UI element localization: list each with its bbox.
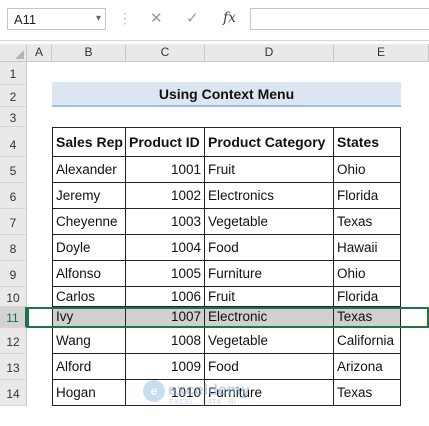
table-cell[interactable]: Ohio: [334, 157, 401, 183]
table-cell[interactable]: Furniture: [205, 261, 334, 287]
table-cell[interactable]: Fruit: [205, 287, 334, 307]
table-header-cell[interactable]: Product ID: [126, 127, 205, 157]
name-box[interactable]: A11 ▾: [7, 8, 106, 30]
table-cell[interactable]: Doyle: [52, 235, 126, 261]
table-cell[interactable]: Fruit: [205, 157, 334, 183]
table-cell[interactable]: Wang: [52, 328, 126, 354]
column-header-d[interactable]: D: [205, 44, 334, 62]
row-header-11[interactable]: 11: [0, 307, 27, 328]
enter-icon[interactable]: ✓: [186, 9, 199, 27]
table-cell[interactable]: Alexander: [52, 157, 126, 183]
row-header-7[interactable]: 7: [0, 209, 27, 235]
insert-function-icon[interactable]: fx: [223, 10, 236, 26]
table-cell[interactable]: Ohio: [334, 261, 401, 287]
table-cell[interactable]: 1003: [126, 209, 205, 235]
table-cell[interactable]: 1001: [126, 157, 205, 183]
table-cell[interactable]: Vegetable: [205, 209, 334, 235]
watermark-tagline: EXCEL · DATA · BI: [169, 399, 237, 406]
name-box-value: A11: [14, 12, 37, 27]
table-cell[interactable]: Food: [205, 235, 334, 261]
table-cell[interactable]: 1002: [126, 183, 205, 209]
table-cell[interactable]: Jeremy: [52, 183, 126, 209]
table-cell[interactable]: Hawaii: [334, 235, 401, 261]
table-cell[interactable]: Texas: [334, 209, 401, 235]
table-cell[interactable]: Texas: [334, 307, 401, 328]
table-cell[interactable]: Ivy: [52, 307, 126, 328]
row-header-9[interactable]: 9: [0, 261, 27, 287]
watermark-name: exceldemy: [168, 382, 250, 399]
table-header-cell[interactable]: States: [334, 127, 401, 157]
table-cell[interactable]: 1006: [126, 287, 205, 307]
table-cell[interactable]: Vegetable: [205, 328, 334, 354]
table-cell[interactable]: 1007: [126, 307, 205, 328]
select-all-icon: [15, 50, 24, 59]
table-cell[interactable]: Alfonso: [52, 261, 126, 287]
row-header-6[interactable]: 6: [0, 183, 27, 209]
table-cell[interactable]: Hogan: [52, 380, 126, 406]
table-cell[interactable]: California: [334, 328, 401, 354]
watermark: e exceldemy EXCEL · DATA · BI: [143, 380, 250, 406]
table-cell[interactable]: Florida: [334, 183, 401, 209]
row-header-5[interactable]: 5: [0, 157, 27, 183]
column-header-a[interactable]: A: [27, 44, 52, 62]
chevron-down-icon[interactable]: ▾: [96, 13, 101, 24]
row-header-13[interactable]: 13: [0, 354, 27, 380]
column-header-e[interactable]: E: [334, 44, 429, 62]
table-cell[interactable]: Electronics: [205, 183, 334, 209]
row-header-10[interactable]: 10: [0, 287, 27, 307]
row-header-8[interactable]: 8: [0, 235, 27, 261]
table-cell[interactable]: Electronic: [205, 307, 334, 328]
drag-handle-icon[interactable]: ⋮: [118, 10, 132, 27]
table-cell[interactable]: Food: [205, 354, 334, 380]
cancel-icon[interactable]: ✕: [150, 9, 163, 27]
table-cell[interactable]: Alford: [52, 354, 126, 380]
table-header-cell[interactable]: Sales Rep: [52, 127, 126, 157]
table-cell[interactable]: 1004: [126, 235, 205, 261]
column-header-c[interactable]: C: [126, 44, 205, 62]
table-header-cell[interactable]: Product Category: [205, 127, 334, 157]
watermark-logo-icon: e: [143, 380, 165, 402]
table-cell[interactable]: Texas: [334, 380, 401, 406]
table-cell[interactable]: 1008: [126, 328, 205, 354]
row-header-3[interactable]: 3: [0, 107, 27, 127]
table-cell[interactable]: Florida: [334, 287, 401, 307]
sheet-title[interactable]: Using Context Menu: [52, 82, 401, 107]
row-header-1[interactable]: 1: [0, 62, 27, 85]
row-header-14[interactable]: 14: [0, 380, 27, 406]
row-header-2[interactable]: 2: [0, 85, 27, 107]
table-cell[interactable]: Carlos: [52, 287, 126, 307]
table-cell[interactable]: Arizona: [334, 354, 401, 380]
row-header-4[interactable]: 4: [0, 127, 27, 157]
formula-input[interactable]: [250, 8, 429, 30]
table-cell[interactable]: 1009: [126, 354, 205, 380]
formula-bar: A11 ▾ ⋮ ✕ ✓ fx: [0, 0, 429, 41]
row-header-12[interactable]: 12: [0, 328, 27, 354]
table-cell[interactable]: Cheyenne: [52, 209, 126, 235]
select-all-corner[interactable]: [0, 44, 27, 62]
table-cell[interactable]: 1005: [126, 261, 205, 287]
column-header-b[interactable]: B: [52, 44, 126, 62]
